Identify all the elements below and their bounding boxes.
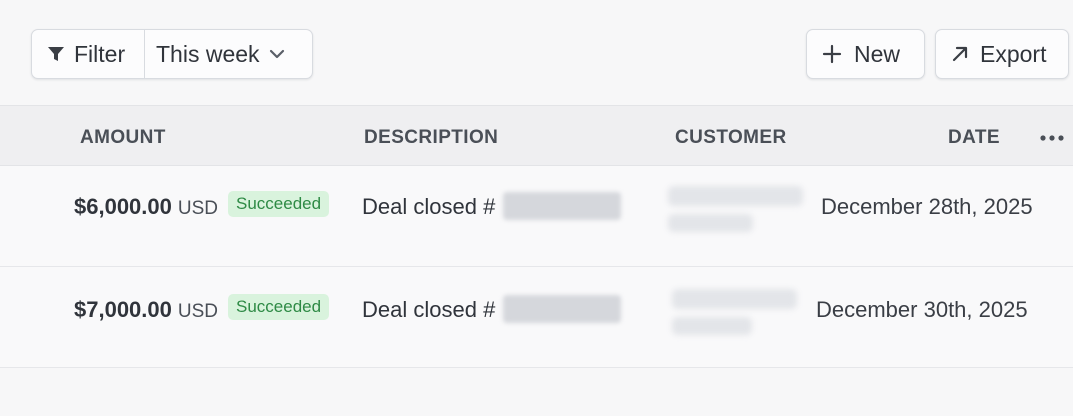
chevron-down-icon <box>269 49 284 59</box>
column-header-amount[interactable]: AMOUNT <box>80 127 166 149</box>
export-label: Export <box>980 40 1047 67</box>
table-row[interactable]: $6,000.00 USD Succeeded Deal closed # Dec… <box>0 166 1073 267</box>
table-header: AMOUNT DESCRIPTION CUSTOMER DATE <box>0 105 1073 166</box>
filter-group: Filter This week <box>31 29 313 79</box>
new-button[interactable]: New <box>806 29 925 79</box>
new-label: New <box>854 40 901 67</box>
toolbar: Filter This week New Export <box>0 0 1073 105</box>
redacted-deal-id <box>503 192 621 220</box>
filter-icon <box>48 47 64 61</box>
plus-icon <box>822 44 842 64</box>
status-badge: Succeeded <box>228 294 330 320</box>
amount-cell: $6,000.00 USD <box>74 194 218 220</box>
redacted-customer-name <box>672 289 797 309</box>
status-badge: Succeeded <box>228 191 330 217</box>
redacted-deal-id <box>503 295 621 323</box>
more-horizontal-icon[interactable] <box>1040 134 1064 142</box>
description-text: Deal closed # <box>362 297 496 322</box>
redacted-customer-detail <box>672 317 752 335</box>
filter-label: Filter <box>74 40 126 67</box>
amount-cell: $7,000.00 USD <box>74 297 218 323</box>
amount-value: $6,000.00 <box>74 194 172 219</box>
export-button[interactable]: Export <box>935 29 1069 79</box>
description-text: Deal closed # <box>362 194 496 219</box>
payments-table: AMOUNT DESCRIPTION CUSTOMER DATE $6,000.… <box>0 105 1073 368</box>
date-text: December 28th, 2025 <box>821 194 1033 219</box>
date-text: December 30th, 2025 <box>816 297 1028 322</box>
table-row[interactable]: $7,000.00 USD Succeeded Deal closed # Dec… <box>0 267 1073 368</box>
column-header-date[interactable]: DATE <box>948 127 1000 149</box>
arrow-up-right-icon <box>952 46 968 62</box>
period-label: This week <box>156 40 260 67</box>
currency-code: USD <box>177 301 218 322</box>
redacted-customer-detail <box>668 214 753 232</box>
column-header-description[interactable]: DESCRIPTION <box>364 127 498 149</box>
currency-code: USD <box>177 198 218 219</box>
period-dropdown[interactable]: This week <box>145 30 285 78</box>
redacted-customer-name <box>668 186 803 206</box>
column-header-customer[interactable]: CUSTOMER <box>675 127 787 149</box>
filter-button[interactable]: Filter <box>32 30 145 78</box>
amount-value: $7,000.00 <box>74 297 172 322</box>
